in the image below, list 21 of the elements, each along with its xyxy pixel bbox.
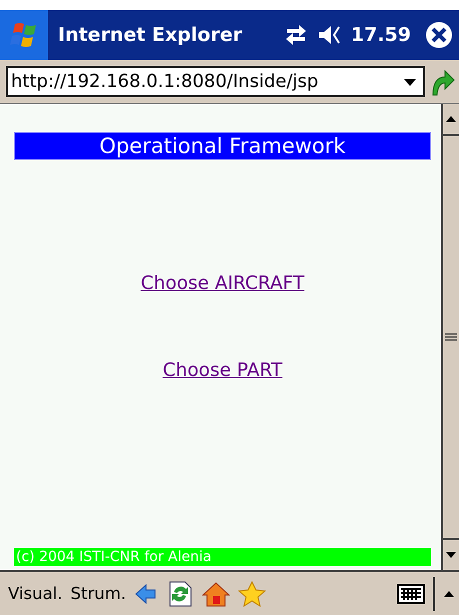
close-icon[interactable] <box>425 21 453 49</box>
back-arrow-icon[interactable] <box>134 582 158 606</box>
address-field[interactable]: http://192.168.0.1:8080/Inside/jsp <box>6 66 425 97</box>
menu-item[interactable]: Visual. <box>8 584 63 603</box>
footer-text: (c) 2004 ISTI-CNR for Alenia <box>14 548 431 566</box>
dropdown-caret-icon[interactable] <box>403 76 417 86</box>
page-link[interactable]: Choose PART <box>162 360 282 381</box>
scroll-down-icon[interactable] <box>445 551 457 559</box>
clock-time[interactable]: 17.59 <box>350 24 411 46</box>
grip-icon[interactable] <box>445 333 457 341</box>
page-heading: Operational Framework <box>14 132 431 160</box>
input-menu-caret-icon[interactable] <box>443 590 455 598</box>
start-button[interactable] <box>0 10 48 60</box>
page-link[interactable]: Choose AIRCRAFT <box>140 273 304 294</box>
window-title: Internet Explorer <box>58 24 244 46</box>
star-icon[interactable] <box>238 580 266 606</box>
menu-item[interactable]: Strum. <box>70 584 126 603</box>
keyboard-icon[interactable] <box>397 584 425 604</box>
scrollbar[interactable] <box>443 104 459 570</box>
home-icon[interactable] <box>202 580 230 606</box>
scroll-up-icon[interactable] <box>445 115 457 123</box>
